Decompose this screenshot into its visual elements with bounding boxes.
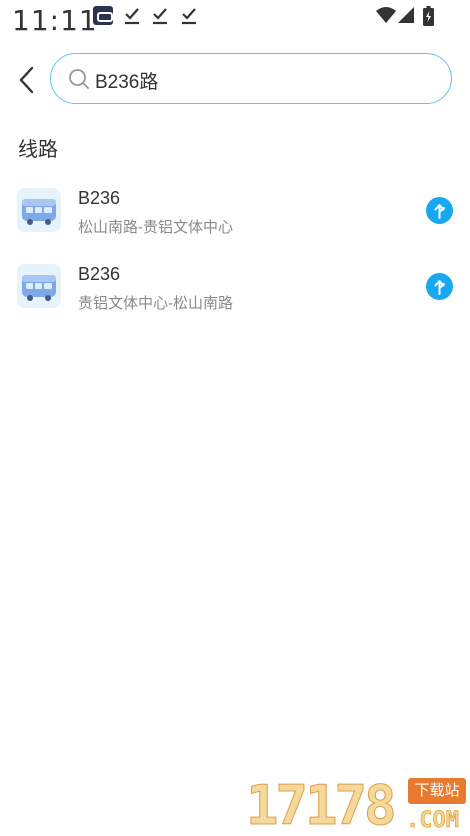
- route-endpoints: 松山南路-贵铝文体中心: [78, 219, 233, 236]
- route-list-item[interactable]: B236 松山南路-贵铝文体中心: [0, 180, 470, 250]
- search-value: B236路: [95, 72, 159, 93]
- route-list-item[interactable]: B236 贵铝文体中心-松山南路: [0, 256, 470, 326]
- cell-signal-icon: [397, 6, 415, 26]
- watermark-digits: 17178: [246, 774, 398, 836]
- route-name: B236: [78, 188, 121, 208]
- status-bar: 11:11: [0, 0, 470, 37]
- download-done-icon: [181, 6, 199, 26]
- wifi-icon: [376, 6, 396, 26]
- bus-icon: [17, 188, 61, 232]
- status-time: 11:11: [12, 4, 98, 37]
- battery-charging-icon: [423, 6, 434, 26]
- route-endpoints: 贵铝文体中心-松山南路: [78, 295, 233, 312]
- watermark-domain: .COM: [406, 808, 459, 834]
- chevron-left-icon: [19, 66, 34, 94]
- search-icon: [69, 69, 89, 89]
- app-notification-icon: [93, 6, 113, 25]
- direction-arrow-icon[interactable]: [426, 273, 453, 300]
- download-done-icon: [152, 6, 170, 26]
- download-done-icon: [124, 6, 142, 26]
- back-button[interactable]: [8, 60, 44, 100]
- bus-icon: [17, 264, 61, 308]
- direction-arrow-icon[interactable]: [426, 197, 453, 224]
- watermark-badge: 下载站: [408, 778, 466, 804]
- section-title: 线路: [18, 139, 58, 161]
- route-name: B236: [78, 264, 121, 284]
- watermark-logo: 17178 下载站 .COM: [246, 770, 470, 836]
- search-input[interactable]: B236路: [50, 53, 452, 104]
